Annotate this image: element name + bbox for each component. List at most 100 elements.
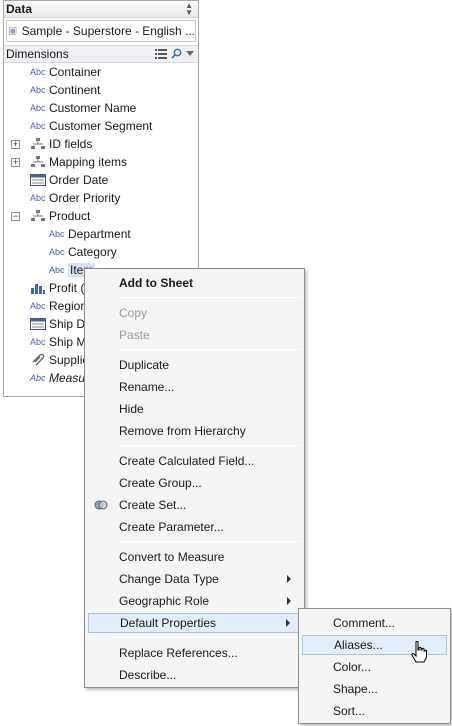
menu-label: Comment... [333,616,396,630]
field-customer-segment[interactable]: Abc Customer Segment [30,117,152,135]
hierarchy-product[interactable]: Product [30,207,90,225]
menu-create-parameter[interactable]: Create Parameter... [88,517,301,537]
datasource-selector[interactable]: Sample - Superstore - English ... [6,20,196,42]
expand-mapping-items-toggle[interactable]: + [11,158,20,167]
menu-create-set[interactable]: Create Set... [88,495,301,515]
string-type-icon: Abc [49,265,65,275]
string-type-icon: Abc [30,373,46,383]
menu-label: Shape... [333,682,378,696]
menu-separator [116,637,301,638]
list-view-icon[interactable] [155,48,167,59]
menu-separator [116,541,301,542]
menu-label: Duplicate [119,358,170,372]
submenu-arrow-icon [287,597,291,605]
field-department[interactable]: Abc Department [49,225,131,243]
menu-hide[interactable]: Hide [88,399,301,419]
menu-convert-to-measure[interactable]: Convert to Measure [88,547,301,567]
data-pane-title: Data [6,2,33,16]
menu-describe[interactable]: Describe... [88,665,301,685]
submenu-arrow-icon [286,619,290,627]
search-icon[interactable] [171,48,182,59]
menu-label: Replace References... [119,646,238,660]
hierarchy-icon [31,138,45,149]
menu-label: Color... [333,660,372,674]
bin-icon [31,284,45,294]
menu-change-data-type[interactable]: Change Data Type [88,569,301,589]
string-type-icon: Abc [30,103,46,113]
field-order-priority[interactable]: Abc Order Priority [30,189,120,207]
menu-label: Sort... [333,704,366,718]
menu-separator [116,349,301,350]
submenu-comment[interactable]: Comment... [302,613,447,633]
dimensions-header: Dimensions [4,45,198,63]
datasource-icon [9,27,17,35]
menu-create-calculated-field[interactable]: Create Calculated Field... [88,451,301,471]
sort-arrows-icon[interactable]: ▲ ▼ [185,2,193,17]
menu-label: Remove from Hierarchy [119,424,246,438]
menu-remove-from-hierarchy[interactable]: Remove from Hierarchy [88,421,301,441]
menu-label: Describe... [119,668,177,682]
hierarchy-icon [31,156,45,167]
hierarchy-icon [31,210,45,221]
menu-label: Change Data Type [119,572,219,586]
field-ship-date[interactable]: Ship D [30,315,85,333]
menu-label: Hide [119,402,144,416]
expand-id-fields-toggle[interactable]: + [11,140,20,149]
menu-label: Paste [119,328,150,342]
menu-label: Add to Sheet [119,276,193,290]
menu-rename[interactable]: Rename... [88,377,301,397]
menu-separator [116,297,301,298]
set-icon [94,500,108,510]
collapse-product-toggle[interactable]: − [11,212,20,221]
field-ship-mode[interactable]: Abc Ship M [30,333,86,351]
folder-id-fields[interactable]: ID fields [30,135,92,153]
data-pane-header: Data ▲ ▼ [4,1,198,18]
dropdown-arrow-icon[interactable] [186,50,194,57]
menu-separator [116,445,301,446]
menu-label: Copy [119,306,148,320]
menu-create-group[interactable]: Create Group... [88,473,301,493]
field-customer-name[interactable]: Abc Customer Name [30,99,136,117]
menu-label: Convert to Measure [119,550,225,564]
calendar-icon [30,174,46,186]
menu-label: Create Group... [119,476,202,490]
string-type-icon: Abc [49,229,65,239]
submenu-sort[interactable]: Sort... [302,701,447,721]
string-type-icon: Abc [49,247,65,257]
field-continent[interactable]: Abc Continent [30,81,100,99]
string-type-icon: Abc [30,337,46,347]
field-supplier[interactable]: Supplie [30,351,89,369]
submenu-arrow-icon [287,575,291,583]
string-type-icon: Abc [30,193,46,203]
menu-paste[interactable]: Paste [88,325,301,345]
calendar-icon [30,318,46,330]
menu-duplicate[interactable]: Duplicate [88,355,301,375]
string-type-icon: Abc [30,85,46,95]
context-menu: Add to Sheet Copy Paste Duplicate Rename… [84,268,305,688]
string-type-icon: Abc [30,67,46,77]
menu-label: Create Set... [119,498,187,512]
string-type-icon: Abc [30,301,46,311]
mouse-cursor-icon [411,641,427,663]
menu-label: Create Parameter... [119,520,224,534]
menu-label: Create Calculated Field... [119,454,255,468]
default-properties-submenu: Comment... Aliases... Color... Shape... … [298,608,451,724]
field-category[interactable]: Abc Category [49,243,117,261]
menu-geographic-role[interactable]: Geographic Role [88,591,301,611]
menu-label: Geographic Role [119,594,210,608]
menu-label: Aliases... [334,638,383,652]
submenu-shape[interactable]: Shape... [302,679,447,699]
field-profit[interactable]: Profit ( [30,279,84,297]
menu-label: Rename... [119,380,175,394]
datasource-name: Sample - Superstore - English ... [21,24,195,38]
folder-mapping-items[interactable]: Mapping items [30,153,127,171]
menu-add-to-sheet[interactable]: Add to Sheet [88,273,301,293]
field-container[interactable]: Abc Container [30,63,101,81]
menu-label: Default Properties [120,616,217,630]
menu-default-properties[interactable]: Default Properties [88,613,301,633]
field-order-date[interactable]: Order Date [30,171,108,189]
menu-copy[interactable]: Copy [88,303,301,323]
paperclip-icon [32,354,45,366]
menu-replace-references[interactable]: Replace References... [88,643,301,663]
field-region[interactable]: Abc Region [30,297,87,315]
